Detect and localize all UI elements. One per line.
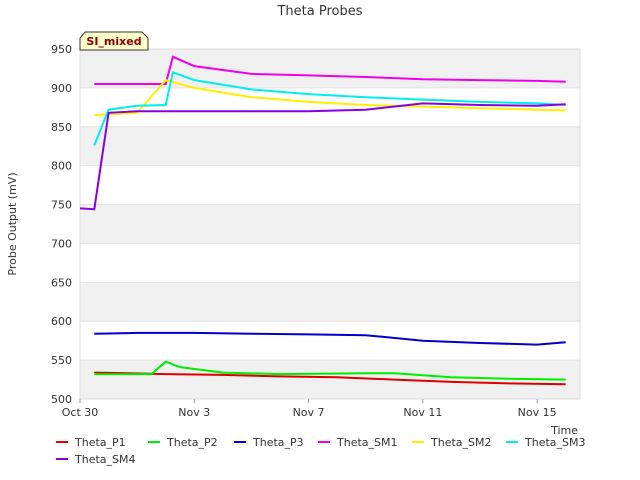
background-band	[80, 49, 580, 88]
legend-label: Theta_SM3	[524, 436, 585, 449]
legend-item: Theta_SM3	[506, 436, 585, 449]
x-tick-label: Nov 11	[403, 406, 442, 419]
x-tick-label: Nov 3	[178, 406, 210, 419]
legend-label: Theta_SM4	[74, 453, 135, 466]
y-tick-label: 750	[51, 199, 72, 212]
x-tick-label: Oct 30	[62, 406, 99, 419]
legend-item: Theta_P2	[148, 436, 218, 449]
annotation-text: SI_mixed	[86, 35, 141, 48]
y-tick-label: 600	[51, 315, 72, 328]
legend-label: Theta_P2	[166, 436, 218, 449]
y-tick-label: 950	[51, 43, 72, 56]
legend-item: Theta_SM2	[412, 436, 491, 449]
x-tick-label: Nov 15	[518, 406, 557, 419]
chart-title: Theta Probes	[276, 4, 362, 19]
y-tick-label: 800	[51, 160, 72, 173]
legend-item: Theta_P1	[56, 436, 126, 449]
background-band	[80, 126, 580, 166]
y-tick-label: 500	[51, 393, 72, 406]
y-tick-label: 900	[51, 82, 72, 95]
legend-item: Theta_P3	[234, 436, 304, 449]
legend: Theta_P1 Theta_P2 Theta_P3 Theta_SM1 Theta_S…	[56, 436, 585, 466]
y-tick-label: 700	[51, 237, 72, 250]
background-band	[80, 204, 580, 244]
legend-label: Theta_SM1	[336, 436, 397, 449]
x-tick-label: Nov 7	[293, 406, 325, 419]
background-band	[80, 282, 580, 322]
legend-item: Theta_SM1	[318, 436, 397, 449]
series-line-theta-p3	[94, 331, 566, 346]
y-tick-label: 850	[51, 121, 72, 134]
y-tick-label: 650	[51, 276, 72, 289]
x-axis-ticks: Oct 30 Nov 3 Nov 7 Nov 11 Nov 15	[62, 399, 557, 419]
annotation-badge: SI_mixed	[79, 31, 149, 51]
legend-label: Theta_P1	[74, 436, 126, 449]
theta-probes-chart: 500 550 600 650 700 750 800 850 900 950 Oct 30 Nov…	[6, 4, 585, 466]
legend-item: Theta_SM4	[56, 453, 135, 466]
legend-label: Theta_SM2	[430, 436, 491, 449]
background-bands	[80, 49, 580, 399]
y-axis-ticks: 500 550 600 650 700 750 800 850 900 950	[51, 43, 72, 406]
y-axis-label: Probe Output (mV)	[6, 172, 19, 275]
legend-label: Theta_P3	[252, 436, 304, 449]
y-tick-label: 550	[51, 354, 72, 367]
